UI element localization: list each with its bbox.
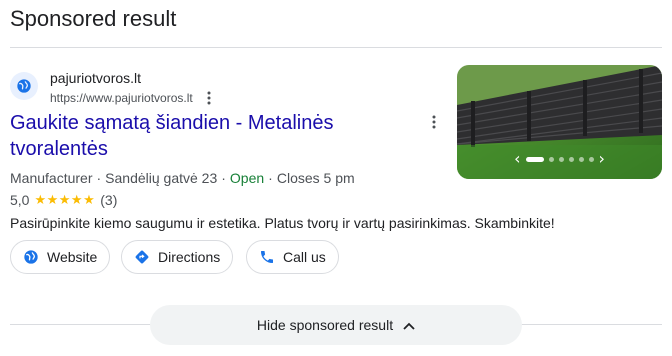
carousel-dot[interactable] <box>578 156 584 162</box>
more-vert-icon[interactable] <box>202 89 216 107</box>
hide-sponsored-button[interactable]: Hide sponsored result <box>150 305 522 345</box>
section-heading: Sponsored result <box>10 6 177 31</box>
carousel-dot[interactable] <box>588 156 594 162</box>
directions-button[interactable]: Directions <box>121 240 234 274</box>
open-status: Open <box>229 170 265 186</box>
rating[interactable]: 5,0 ★★★★★ (3) <box>10 190 117 210</box>
closing-hours: Closes 5 pm <box>276 170 355 186</box>
carousel-dot[interactable] <box>568 156 574 162</box>
ad-image[interactable]: ‹ › <box>457 65 662 179</box>
business-meta: Manufacturer · Sandėlių gatvė 23 · Open · Clos… <box>10 170 355 186</box>
chevron-up-icon <box>403 317 415 333</box>
globe-icon <box>23 249 39 265</box>
hide-sponsored-label: Hide sponsored result <box>256 317 394 333</box>
rating-value: 5,0 <box>10 192 30 208</box>
carousel-dot[interactable] <box>558 156 564 162</box>
image-carousel: ‹ › <box>457 151 662 167</box>
website-button[interactable]: Website <box>10 240 111 274</box>
directions-icon <box>134 249 150 265</box>
star-rating-icon: ★★★★★ <box>34 192 96 207</box>
rating-count: (3) <box>100 192 118 208</box>
advertiser-name[interactable]: pajuriotvoros.lt <box>50 69 141 87</box>
website-button-label: Website <box>47 249 98 265</box>
carousel-dot[interactable] <box>525 156 544 162</box>
call-button[interactable]: Call us <box>246 240 339 274</box>
directions-button-label: Directions <box>158 249 221 265</box>
advertiser-url[interactable]: https://www.pajuriotvoros.lt <box>50 90 193 106</box>
ad-title-link[interactable]: Gaukite sąmatą šiandien - Metalinės tvor… <box>10 110 410 162</box>
business-address[interactable]: Sandėlių gatvė 23 <box>105 170 217 186</box>
chevron-right-icon[interactable]: › <box>599 151 605 167</box>
carousel-dot[interactable] <box>548 156 554 162</box>
more-vert-icon[interactable] <box>425 112 443 132</box>
ad-description: Pasirūpinkite kiemo saugumu ir estetika.… <box>10 215 555 231</box>
phone-icon <box>259 249 275 265</box>
divider <box>10 47 662 48</box>
chevron-left-icon[interactable]: ‹ <box>514 151 520 167</box>
globe-icon[interactable] <box>10 72 38 100</box>
business-category: Manufacturer <box>10 170 93 186</box>
call-button-label: Call us <box>283 249 326 265</box>
